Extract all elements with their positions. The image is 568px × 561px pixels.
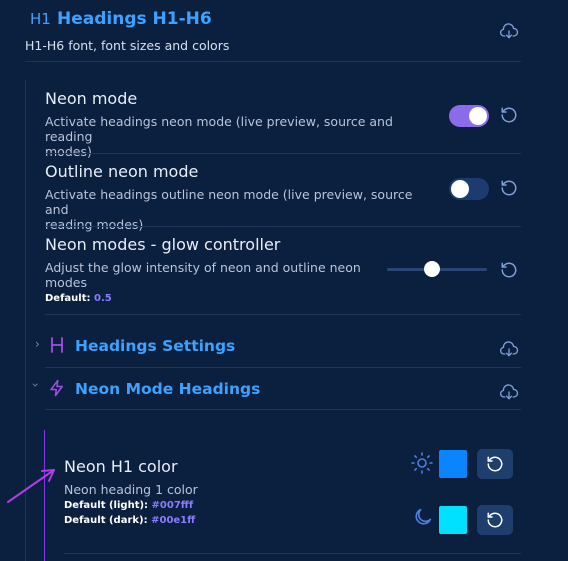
reset-icon[interactable] (500, 179, 518, 197)
glow-default: Default: 0.5 (45, 293, 112, 304)
setting-outline-neon-name: Outline neon mode (45, 162, 199, 181)
neon-h1-color-name: Neon H1 color (64, 457, 178, 476)
setting-glow-controller-desc: Adjust the glow intensity of neon and ou… (45, 260, 361, 290)
neon-mode-toggle[interactable] (449, 105, 489, 127)
cloud-download-icon[interactable] (499, 382, 519, 402)
reset-icon[interactable] (500, 261, 518, 279)
reset-icon (487, 512, 503, 528)
neon-h1-default-light: Default (light): #007fff (64, 500, 194, 511)
neon-h1-color-desc: Neon heading 1 color (64, 482, 198, 497)
h1-icon: H1 (30, 10, 51, 28)
outline-neon-toggle[interactable] (449, 178, 489, 200)
dark-color-swatch[interactable] (439, 506, 467, 534)
reset-dark-button[interactable] (477, 505, 513, 535)
subsection-neon-mode-headings[interactable]: Neon Mode Headings (75, 380, 260, 398)
setting-glow-controller-name: Neon modes - glow controller (45, 235, 281, 254)
light-color-swatch[interactable] (439, 450, 467, 478)
glow-slider-thumb[interactable] (424, 261, 440, 277)
section-description: H1-H6 font, font sizes and colors (25, 38, 230, 53)
lightning-icon (50, 379, 63, 397)
chevron-down-icon[interactable]: › (28, 383, 42, 388)
reset-icon (487, 456, 503, 472)
annotation-arrow (7, 469, 55, 503)
cloud-download-icon[interactable] (499, 21, 519, 41)
subsection-headings-settings[interactable]: Headings Settings (75, 337, 235, 355)
neon-h1-default-dark: Default (dark): #00e1ff (64, 515, 196, 526)
reset-icon[interactable] (500, 106, 518, 124)
sun-icon (411, 452, 433, 474)
chevron-right-icon[interactable]: › (35, 337, 40, 351)
section-title[interactable]: Headings H1-H6 (57, 9, 212, 29)
heading-icon (51, 337, 63, 353)
moon-icon (415, 508, 432, 525)
cloud-download-icon[interactable] (499, 339, 519, 359)
setting-neon-mode-name: Neon mode (45, 89, 138, 108)
reset-light-button[interactable] (477, 449, 513, 479)
